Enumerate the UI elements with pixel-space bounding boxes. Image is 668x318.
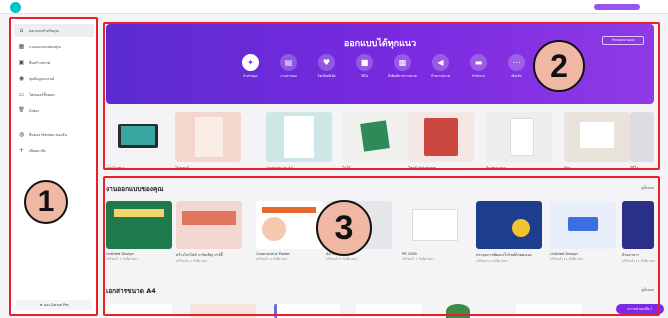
top-bar	[0, 0, 668, 14]
annotation-number-2: 2	[533, 40, 585, 92]
annotation-number-1: 1	[24, 180, 68, 224]
canva-logo-icon[interactable]	[10, 2, 21, 13]
annotation-box-designs	[103, 176, 660, 316]
annotation-number-3: 3	[316, 200, 372, 256]
annotation-box-banner	[103, 22, 660, 170]
annotation-box-sidebar	[9, 17, 98, 316]
top-action-button[interactable]	[594, 4, 640, 10]
